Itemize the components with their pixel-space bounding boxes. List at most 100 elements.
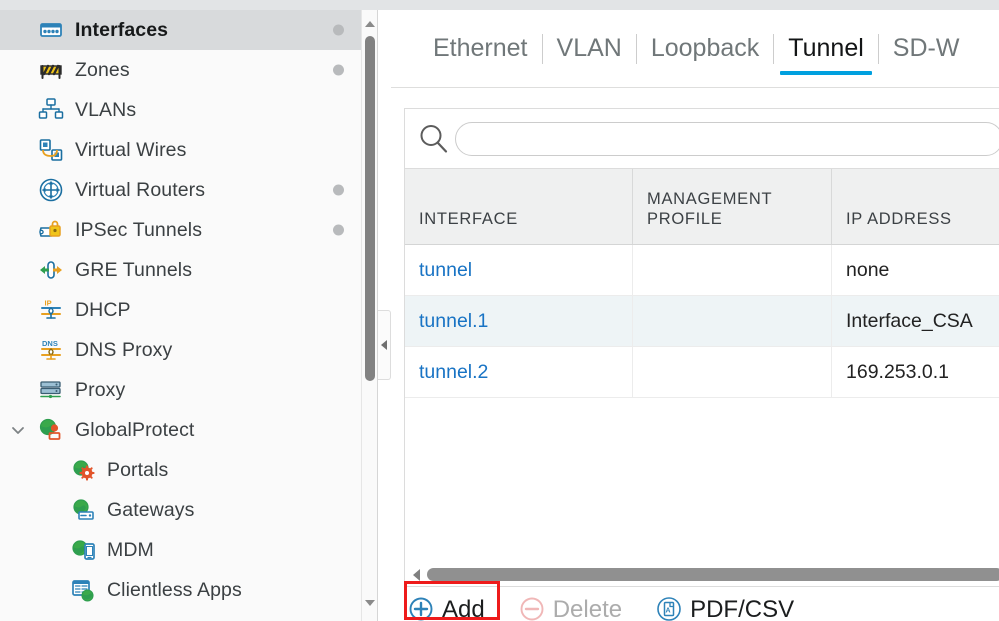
sidebar-scrollbar-thumb[interactable] [365,36,375,381]
column-header-management-profile[interactable]: MANAGEMENT PROFILE [633,169,832,244]
interface-link[interactable]: tunnel.2 [419,361,488,384]
sidebar-item-zones[interactable]: Zones [0,50,362,90]
cell-ip-address: none [832,245,999,295]
sidebar-item-label: Virtual Routers [75,178,206,201]
sidebar-item-gateways[interactable]: Gateways [0,490,362,530]
zones-icon [36,57,66,83]
clientless-apps-icon [68,577,98,603]
portals-icon [68,457,98,483]
sidebar-item-label: Clientless Apps [107,578,242,601]
table-body: tunnel none tunnel.1 Interface_CSA tunnel.2 1… [405,245,999,398]
cell-interface[interactable]: tunnel.1 [405,296,633,346]
sidebar-item-label: MDM [107,538,154,561]
plus-circle-icon [408,596,436,621]
sidebar-item-virtual-routers[interactable]: Virtual Routers [0,170,362,210]
interfaces-icon [36,17,66,43]
sidebar-item-label: Zones [75,58,130,81]
table-row[interactable]: tunnel none [405,245,999,296]
mdm-icon [68,537,98,563]
sidebar-item-interfaces[interactable]: Interfaces [0,10,362,50]
window-top-strip [0,0,999,10]
cell-management-profile [633,296,832,346]
gre-tunnels-icon [36,257,66,283]
sidebar-item-label: Proxy [75,378,126,401]
svg-text:DNS: DNS [42,339,58,348]
sidebar-item-status-dot [333,224,344,236]
dns-proxy-icon: DNS [36,337,66,363]
tab-vlan[interactable]: VLAN [543,36,636,75]
horizontal-scroll-thumb[interactable] [427,567,999,581]
sidebar-item-list: Interfaces Zones VLANs Virtual Wires Virtual… [0,10,362,610]
cell-interface[interactable]: tunnel [405,245,633,295]
sidebar-item-portals[interactable]: Portals [0,450,362,490]
ipsec-tunnels-icon [36,217,66,243]
minus-circle-icon [519,596,547,621]
search-input[interactable] [455,121,999,156]
table-row[interactable]: tunnel.1 Interface_CSA [405,296,999,347]
sidebar-item-label: DHCP [75,298,131,321]
action-label: PDF/CSV [690,595,795,621]
pdf-csv-icon: A [656,596,684,621]
sidebar-scroll-viewport: Interfaces Zones VLANs Virtual Wires Virtual… [0,10,362,621]
horizontal-scroll-track[interactable] [427,563,999,587]
sidebar-item-status-dot [333,64,344,76]
sidebar-item-dns-proxy[interactable]: DNS DNS Proxy [0,330,362,370]
sidebar-item-label: Portals [107,458,169,481]
sidebar-item-label: GRE Tunnels [75,258,193,281]
sidebar-item-label: Virtual Wires [75,138,187,161]
sidebar-item-proxy[interactable]: Proxy [0,370,362,410]
proxy-icon [36,377,66,403]
vlans-icon [36,97,66,123]
main-content-panel: Ethernet VLAN Loopback Tunnel SD-W INTERFACE… [391,10,999,621]
column-header-interface[interactable]: INTERFACE [405,169,633,244]
table-header-row: INTERFACE MANAGEMENT PROFILE IP ADDRESS [405,169,999,245]
cell-ip-address: 169.253.0.1 [832,347,999,397]
sidebar-item-mdm[interactable]: MDM [0,530,362,570]
sidebar-item-dhcp[interactable]: IP DHCP [0,290,362,330]
sidebar-item-ipsec-tunnels[interactable]: IPSec Tunnels [0,210,362,250]
sidebar-item-label: Interfaces [75,18,169,41]
sidebar-item-label: IPSec Tunnels [75,218,203,241]
table-horizontal-scrollbar[interactable] [404,563,999,587]
sidebar-navigation: Interfaces Zones VLANs Virtual Wires Virtual… [0,10,378,621]
chevron-down-icon[interactable] [8,420,28,440]
sidebar-collapse-handle[interactable] [378,310,391,380]
sidebar-item-label: GlobalProtect [75,418,195,441]
svg-text:IP: IP [45,299,52,308]
sidebar-item-status-dot [333,24,344,36]
tab-tunnel[interactable]: Tunnel [774,36,878,75]
scroll-left-arrow-icon[interactable] [405,563,427,587]
interface-link[interactable]: tunnel.1 [419,310,488,333]
tab-sd-w[interactable]: SD-W [879,36,974,75]
svg-text:A: A [666,607,671,614]
column-header-label: IP ADDRESS [846,210,952,229]
virtual-routers-icon [36,177,66,203]
scroll-up-arrow-icon[interactable] [362,16,377,32]
sidebar-item-globalprotect[interactable]: GlobalProtect [0,410,362,450]
table-row[interactable]: tunnel.2 169.253.0.1 [405,347,999,398]
column-header-label: INTERFACE [419,210,518,229]
tab-ethernet[interactable]: Ethernet [419,36,542,75]
sidebar-item-virtual-wires[interactable]: Virtual Wires [0,130,362,170]
sidebar-item-vlans[interactable]: VLANs [0,90,362,130]
column-header-ip-address[interactable]: IP ADDRESS [832,169,999,244]
scroll-down-arrow-icon[interactable] [362,595,377,611]
application-window: Interfaces Zones VLANs Virtual Wires Virtual… [0,0,999,621]
sidebar-item-gre-tunnels[interactable]: GRE Tunnels [0,250,362,290]
cell-interface[interactable]: tunnel.2 [405,347,633,397]
cell-management-profile [633,347,832,397]
interface-link[interactable]: tunnel [419,259,472,282]
search-icon [417,122,451,156]
action-label: Delete [552,595,623,621]
tab-loopback[interactable]: Loopback [637,36,773,75]
table-action-toolbar: Add Delete A PDF/CSV [391,588,999,621]
sidebar-item-clientless-apps[interactable]: Clientless Apps [0,570,362,610]
add-button[interactable]: Add [404,591,489,621]
cell-management-profile [633,245,832,295]
pdf-csv-button[interactable]: A PDF/CSV [652,591,798,621]
globalprotect-icon [36,417,66,443]
chevron-left-icon [381,340,387,350]
sidebar-scrollbar[interactable] [361,10,377,621]
cell-ip-address: Interface_CSA [832,296,999,346]
table-search-bar [404,108,999,168]
